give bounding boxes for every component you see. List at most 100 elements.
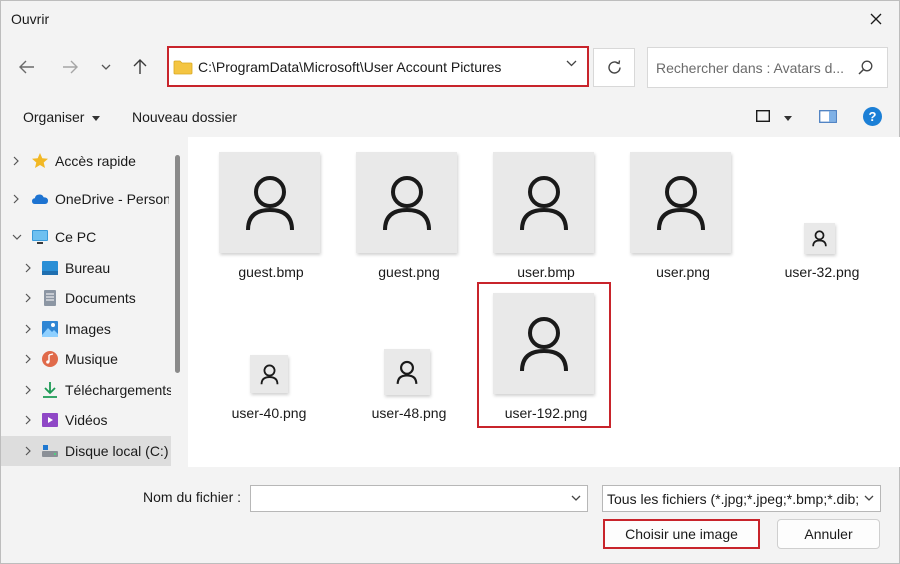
chevron-right-icon[interactable] — [25, 385, 31, 395]
sidebar-item-label: Images — [65, 321, 111, 337]
file-thumbnail — [384, 349, 430, 395]
arrow-right-icon — [63, 60, 78, 74]
search-box[interactable] — [647, 47, 888, 88]
file-thumbnail — [219, 152, 320, 253]
sidebar-item-documents[interactable]: Documents — [1, 283, 171, 313]
sidebar-item-videos[interactable]: Vidéos — [1, 405, 171, 435]
file-item[interactable]: user-40.png — [214, 349, 324, 425]
new-folder-button[interactable]: Nouveau dossier — [132, 109, 237, 125]
chevron-right-icon[interactable] — [25, 263, 31, 273]
file-thumbnail — [630, 152, 731, 253]
images-icon — [42, 321, 58, 337]
file-name: user-32.png — [784, 264, 860, 280]
file-type-select[interactable]: Tous les fichiers (*.jpg;*.jpeg;*.bmp;*.… — [602, 485, 881, 512]
chevron-right-icon[interactable] — [25, 415, 31, 425]
sidebar-item-pictures[interactable]: Images — [1, 314, 171, 344]
file-item[interactable]: user-32.png — [767, 221, 877, 283]
user-avatar-icon — [812, 230, 827, 247]
file-item[interactable]: guest.png — [354, 149, 464, 283]
file-type-value: Tous les fichiers (*.jpg;*.jpeg;*.bmp;*.… — [607, 491, 860, 507]
file-name: guest.png — [378, 264, 440, 280]
sidebar-item-quick-access[interactable]: Accès rapide — [1, 146, 171, 176]
file-thumbnail — [804, 223, 835, 254]
close-button[interactable] — [853, 1, 899, 37]
videos-icon — [42, 413, 58, 427]
chevron-right-icon[interactable] — [25, 324, 31, 334]
file-item[interactable]: user.bmp — [491, 149, 601, 283]
filename-label: Nom du fichier : — [143, 489, 242, 505]
user-avatar-icon — [519, 316, 568, 371]
up-button[interactable] — [126, 53, 154, 81]
download-icon — [43, 382, 57, 398]
file-thumbnail — [356, 152, 457, 253]
file-thumbnail — [250, 355, 288, 393]
sidebar-item-label: Vidéos — [65, 412, 108, 428]
sidebar-item-label: Musique — [65, 351, 118, 367]
chevron-right-icon[interactable] — [13, 194, 19, 204]
chevron-down-icon[interactable] — [571, 495, 581, 501]
title-bar: Ouvrir — [1, 1, 899, 39]
file-name: guest.bmp — [238, 264, 304, 280]
refresh-icon — [607, 60, 621, 74]
organize-menu[interactable]: Organiser — [23, 109, 101, 125]
file-item-selected[interactable]: user-192.png — [491, 290, 601, 424]
sidebar-item-local-disk[interactable]: Disque local (C:) — [1, 436, 171, 466]
sidebar-item-label: Accès rapide — [55, 153, 136, 169]
user-avatar-icon — [382, 175, 431, 230]
back-button[interactable] — [13, 53, 41, 81]
document-icon — [44, 290, 56, 306]
svg-text:?: ? — [869, 109, 877, 124]
file-name: user-40.png — [231, 405, 307, 421]
recent-locations-button[interactable] — [92, 53, 120, 81]
drive-icon — [42, 445, 58, 457]
preview-pane-icon[interactable] — [819, 110, 837, 123]
chevron-down-icon[interactable] — [12, 234, 22, 240]
sidebar-item-this-pc[interactable]: Ce PC — [1, 222, 171, 252]
search-input[interactable] — [656, 58, 852, 78]
sidebar-item-label: Ce PC — [55, 229, 97, 245]
music-icon — [42, 351, 58, 367]
filename-combo[interactable] — [250, 485, 588, 512]
file-name: user-48.png — [371, 405, 447, 421]
new-folder-label: Nouveau dossier — [132, 109, 238, 125]
user-avatar-icon — [656, 175, 705, 230]
address-path: C:\ProgramData\Microsoft\User Account Pi… — [198, 58, 502, 75]
choose-image-button[interactable]: Choisir une image — [603, 519, 760, 549]
sidebar-item-label: Bureau — [65, 260, 111, 276]
sidebar-item-label: Documents — [65, 290, 136, 306]
address-bar[interactable]: C:\ProgramData\Microsoft\User Account Pi… — [167, 46, 589, 87]
forward-button[interactable] — [56, 53, 84, 81]
sidebar-scrollbar[interactable] — [175, 155, 180, 373]
view-options-icon[interactable] — [756, 110, 770, 122]
file-item[interactable]: user-48.png — [354, 343, 464, 425]
chevron-down-icon[interactable] — [566, 60, 577, 67]
search-icon — [858, 60, 873, 75]
choose-image-label: Choisir une image — [625, 526, 738, 542]
chevron-down-icon — [101, 64, 111, 70]
file-thumbnail — [493, 152, 594, 253]
file-item[interactable]: user.png — [628, 149, 738, 283]
chevron-right-icon[interactable] — [25, 293, 31, 303]
chevron-right-icon[interactable] — [25, 446, 31, 456]
cloud-icon — [32, 194, 48, 204]
user-avatar-icon — [519, 175, 568, 230]
cancel-button[interactable]: Annuler — [777, 519, 880, 549]
arrow-up-icon — [133, 59, 147, 74]
star-icon — [32, 153, 48, 168]
arrow-left-icon — [19, 60, 34, 74]
desktop-icon — [42, 261, 58, 275]
sidebar-item-music[interactable]: Musique — [1, 344, 171, 374]
navigation-pane: Accès rapide OneDrive - Person Ce PC Bur… — [1, 137, 187, 467]
sidebar-item-label: Disque local (C:) — [65, 443, 169, 459]
chevron-right-icon[interactable] — [13, 156, 19, 166]
help-icon[interactable]: ? — [863, 107, 882, 126]
sidebar-item-onedrive[interactable]: OneDrive - Person — [1, 184, 171, 214]
sidebar-item-downloads[interactable]: Téléchargements — [1, 375, 171, 405]
chevron-right-icon[interactable] — [25, 354, 31, 364]
file-item[interactable]: guest.bmp — [216, 149, 326, 283]
sidebar-item-desktop[interactable]: Bureau — [1, 253, 171, 283]
caret-down-icon[interactable] — [784, 116, 792, 121]
folder-icon — [173, 60, 193, 74]
refresh-button[interactable] — [593, 48, 635, 87]
filename-input[interactable] — [257, 490, 557, 508]
